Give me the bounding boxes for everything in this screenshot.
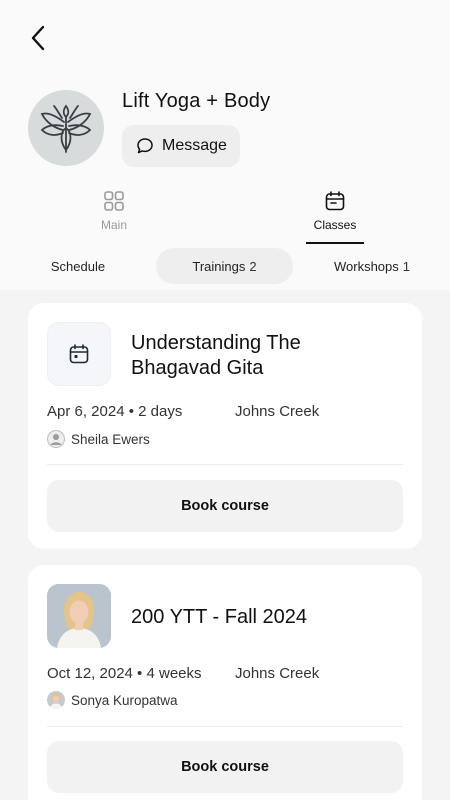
training-location: Johns Creek (235, 403, 320, 420)
training-meta: Oct 12, 2024 • 4 weeks Johns Creek (47, 665, 319, 682)
training-title-line: 200 YTT - Fall 2024 (131, 606, 308, 628)
message-button[interactable]: Message (122, 125, 240, 167)
training-card[interactable]: 200 YTT - Fall 2024 Oct 12, 2024 • 4 wee… (28, 565, 422, 800)
studio-logo (28, 90, 104, 166)
user-avatar-icon (47, 430, 65, 448)
studio-name: Lift Yoga + Body (122, 90, 271, 112)
training-date: Apr 6, 2024 • 2 days (47, 403, 183, 420)
phoenix-logo-icon (40, 104, 92, 153)
calendar-icon (325, 191, 345, 211)
training-title: Understanding The Bhagavad Gita (131, 331, 301, 381)
training-thumbnail (47, 584, 111, 648)
training-thumbnail (47, 322, 111, 386)
training-instructor: Sonya Kuropatwa (47, 691, 178, 709)
training-date: Oct 12, 2024 • 4 weeks (47, 665, 202, 682)
divider (47, 464, 403, 465)
training-title: 200 YTT - Fall 2024 (131, 605, 307, 630)
subtab-trainings[interactable]: Trainings 2 (156, 248, 293, 284)
subtab-trainings-count: 2 (249, 258, 257, 274)
instructor-name: Sheila Ewers (71, 431, 150, 447)
tab-main-label: Main (100, 218, 127, 232)
avatar (47, 691, 65, 709)
tab-classes[interactable]: Classes (306, 190, 364, 244)
divider (47, 726, 403, 727)
training-meta: Apr 6, 2024 • 2 days Johns Creek (47, 403, 319, 420)
training-card[interactable]: Understanding The Bhagavad Gita Apr 6, 2… (28, 303, 422, 549)
subtab-trainings-label: Trainings (192, 258, 246, 274)
subtab-workshops-label: Workshops (333, 258, 399, 274)
book-course-button[interactable]: Book course (47, 741, 403, 793)
instructor-name: Sonya Kuropatwa (71, 692, 178, 708)
subtab-bar: Schedule Trainings 2 Workshops 1 (0, 248, 450, 284)
chat-bubble-icon (137, 138, 153, 154)
training-title-line: Bhagavad Gita (131, 357, 264, 379)
instructor-photo (47, 584, 111, 648)
subtab-workshops-count: 1 (402, 258, 411, 274)
grid-icon (104, 191, 124, 211)
subtab-workshops[interactable]: Workshops 1 (324, 248, 420, 284)
subtab-schedule-label: Schedule (50, 258, 106, 274)
subtab-schedule[interactable]: Schedule (30, 248, 126, 284)
tab-main[interactable]: Main (84, 190, 144, 240)
calendar-icon (69, 344, 89, 364)
message-label: Message (162, 137, 227, 154)
book-course-button[interactable]: Book course (47, 480, 403, 532)
tab-classes-label: Classes (313, 218, 357, 232)
training-location: Johns Creek (235, 665, 320, 682)
chevron-left-icon (31, 25, 45, 51)
training-title-line: Understanding The (131, 332, 301, 354)
back-button[interactable] (22, 22, 54, 54)
training-instructor: Sheila Ewers (47, 430, 150, 448)
